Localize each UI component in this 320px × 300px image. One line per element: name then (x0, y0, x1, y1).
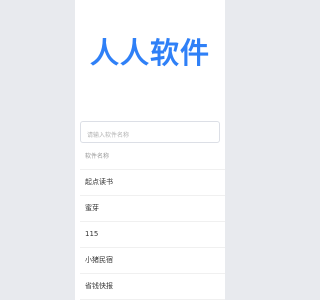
search-input[interactable] (81, 125, 219, 146)
list-item-miya[interactable]: 蜜芽 (80, 196, 225, 222)
app-page: 人人软件 软件名称 起点读书 蜜芽 115 小猪民宿 省钱快报 (75, 0, 225, 300)
app-logo: 人人软件 (89, 36, 210, 70)
list-column-header: 软件名称 (80, 145, 225, 170)
software-list: 软件名称 起点读书 蜜芽 115 小猪民宿 省钱快报 (80, 145, 225, 300)
search-box[interactable] (80, 121, 220, 146)
list-item-shengqian[interactable]: 省钱快报 (80, 274, 225, 300)
list-item-xiaozhu[interactable]: 小猪民宿 (80, 248, 225, 274)
list-item-115[interactable]: 115 (80, 222, 225, 248)
list-item-qidian[interactable]: 起点读书 (80, 170, 225, 196)
